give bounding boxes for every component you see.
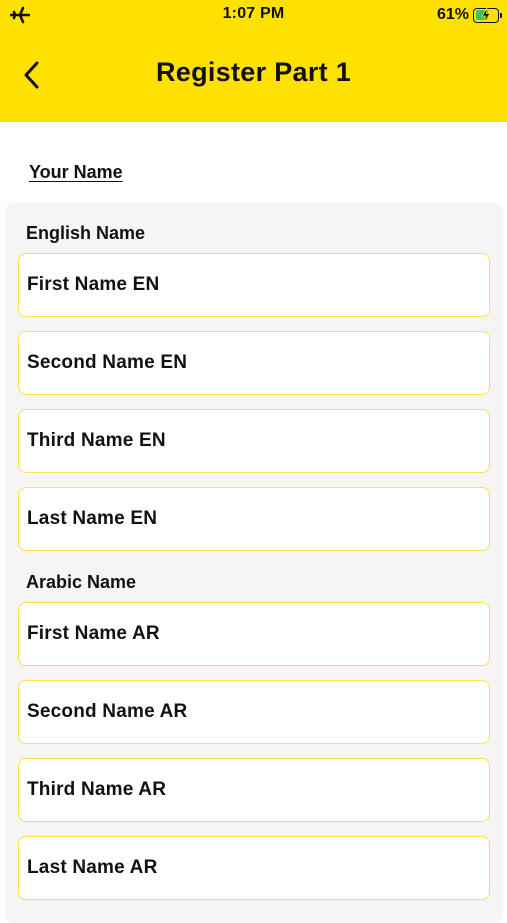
arabic-name-label: Arabic Name: [26, 572, 137, 592]
last-name-en-field[interactable]: Last Name EN: [18, 487, 490, 551]
section-title-your-name: Your Name: [29, 162, 123, 182]
page-title: Register Part 1: [155, 57, 352, 87]
battery-icon: [473, 7, 502, 23]
first-name-ar-placeholder: First Name AR: [27, 623, 160, 644]
first-name-en-placeholder: First Name EN: [27, 274, 160, 295]
last-name-ar-field[interactable]: Last Name AR: [18, 836, 490, 900]
third-name-ar-field[interactable]: Third Name AR: [18, 758, 490, 822]
third-name-en-field[interactable]: Third Name EN: [18, 409, 490, 473]
charging-bolt-icon: [481, 7, 491, 22]
english-name-label: English Name: [26, 223, 146, 243]
status-time: 1:07 PM: [222, 5, 285, 22]
app-header: 1:07 PM 61% Register Part 1: [0, 0, 507, 122]
battery-percent: 61%: [436, 6, 469, 23]
second-name-en-placeholder: Second Name EN: [27, 352, 188, 373]
second-name-ar-field[interactable]: Second Name AR: [18, 680, 490, 744]
first-name-ar-field[interactable]: First Name AR: [18, 602, 490, 666]
last-name-en-placeholder: Last Name EN: [27, 508, 158, 529]
battery-status: 61%: [436, 5, 502, 25]
third-name-en-placeholder: Third Name EN: [27, 430, 166, 451]
second-name-ar-placeholder: Second Name AR: [27, 701, 188, 722]
third-name-ar-placeholder: Third Name AR: [27, 779, 167, 800]
first-name-en-field[interactable]: First Name EN: [18, 253, 490, 317]
last-name-ar-placeholder: Last Name AR: [27, 857, 158, 878]
status-bar: 1:07 PM 61%: [0, 0, 507, 32]
second-name-en-field[interactable]: Second Name EN: [18, 331, 490, 395]
battery-nub: [499, 12, 502, 18]
